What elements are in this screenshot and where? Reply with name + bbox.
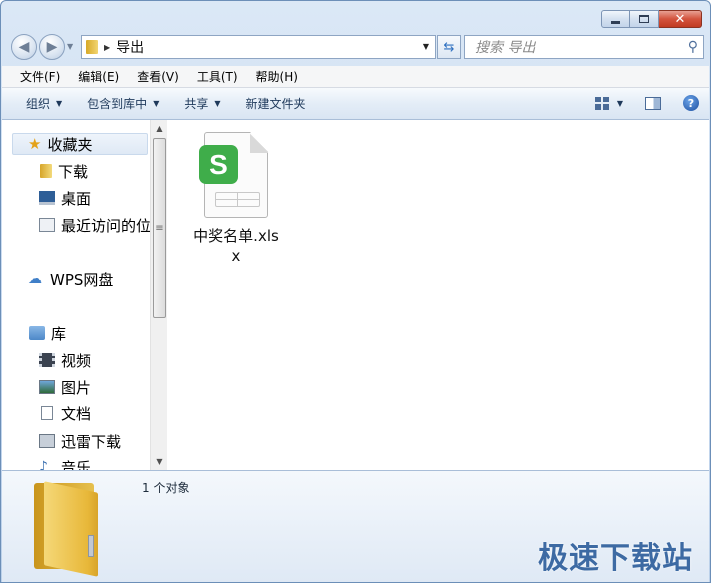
star-icon: ★: [28, 135, 42, 153]
table-grid-icon: [215, 192, 260, 207]
page-fold: [250, 132, 268, 153]
minimize-button[interactable]: [601, 10, 630, 28]
scroll-down-icon[interactable]: ▼: [151, 453, 168, 470]
back-arrow-icon: ◀: [18, 39, 30, 55]
close-button[interactable]: ✕: [659, 10, 702, 28]
sidebar-item-libraries[interactable]: 库: [29, 322, 66, 344]
close-icon: ✕: [674, 11, 686, 27]
search-input[interactable]: 搜索 导出: [465, 37, 535, 57]
chevron-down-icon: ▼: [153, 99, 160, 108]
navigation-pane: ★ 收藏夹 下载 桌面 最近访问的位 ☁ WPS网盘 库 视频 图片 文档 迅雷…: [2, 120, 150, 470]
menu-tools[interactable]: 工具(T): [187, 68, 246, 85]
grip-icon: ≡: [155, 222, 164, 234]
sidebar-item-label: 库: [51, 324, 67, 343]
document-icon: [41, 406, 53, 420]
cloud-icon: ☁: [28, 271, 42, 287]
menu-view[interactable]: 查看(V): [127, 68, 187, 85]
sidebar-item-label: 迅雷下载: [61, 432, 122, 451]
change-view-icon[interactable]: [594, 96, 609, 110]
scroll-up-icon[interactable]: ▲: [151, 120, 168, 137]
chevron-down-icon: ▼: [214, 99, 221, 108]
scroll-thumb[interactable]: ≡: [153, 138, 166, 318]
share-button[interactable]: 共享 ▼: [174, 95, 235, 112]
maximize-button[interactable]: [630, 10, 659, 28]
organize-button[interactable]: 组织 ▼: [16, 95, 77, 112]
sidebar-item-label: 桌面: [61, 189, 92, 208]
breadcrumb-arrow-icon[interactable]: ▶: [104, 43, 110, 52]
search-box[interactable]: 搜索 导出 ⚲: [464, 35, 704, 59]
folder-icon: [86, 40, 98, 54]
organize-label: 组织: [26, 97, 51, 111]
address-bar[interactable]: ▶ 导出 ▼: [81, 35, 436, 59]
back-button[interactable]: ◀: [11, 34, 37, 60]
sidebar-item-label: 最近访问的位: [61, 216, 150, 235]
address-text[interactable]: 导出: [116, 37, 144, 57]
menu-help[interactable]: 帮助(H): [246, 68, 306, 85]
sidebar-item-downloads[interactable]: 下载: [40, 160, 88, 182]
caption-buttons: ✕: [601, 10, 702, 28]
maximize-icon: [639, 15, 649, 23]
sidebar-item-pictures[interactable]: 图片: [39, 376, 91, 398]
file-name[interactable]: 中奖名单.xlsx: [190, 226, 282, 266]
forward-button[interactable]: ▶: [39, 34, 65, 60]
item-count: 1 个对象: [142, 481, 190, 495]
address-dropdown-icon[interactable]: ▼: [423, 42, 429, 51]
sidebar-item-label: 图片: [61, 378, 92, 397]
menu-bar: 文件(F) 编辑(E) 查看(V) 工具(T) 帮助(H): [2, 66, 709, 88]
watermark: 极速下载站: [538, 541, 693, 576]
navigation-row: ◀ ▶ ▼ ▶ 导出 ▼ ⇆ 搜索 导出 ⚲: [9, 33, 704, 61]
view-controls: ▼ ?: [594, 95, 699, 111]
menu-edit[interactable]: 编辑(E): [68, 68, 127, 85]
file-list[interactable]: S 中奖名单.xlsx: [168, 120, 709, 470]
sidebar-item-music[interactable]: ♪ 音乐: [39, 456, 92, 471]
library-icon: [29, 326, 45, 340]
sidebar-item-desktop[interactable]: 桌面: [39, 187, 91, 209]
details-pane: 1 个对象 极速下载站: [2, 470, 709, 582]
recent-places-icon: [39, 218, 55, 232]
sidebar-item-label: 下载: [58, 162, 89, 181]
preview-pane-icon[interactable]: [645, 96, 661, 110]
folder-icon: [40, 164, 52, 178]
sidebar-item-wps-cloud[interactable]: ☁ WPS网盘: [28, 268, 113, 290]
download-folder-icon: [39, 434, 55, 448]
folder-icon: [34, 477, 126, 577]
sidebar-item-label: 文档: [61, 404, 92, 423]
sidebar-item-xunlei[interactable]: 迅雷下载: [39, 430, 121, 452]
menu-file[interactable]: 文件(F): [10, 68, 68, 85]
share-label: 共享: [184, 97, 209, 111]
sidebar-item-label: 音乐: [61, 458, 92, 471]
sidebar-item-label: 收藏夹: [47, 135, 93, 154]
forward-arrow-icon: ▶: [46, 39, 58, 55]
sidebar-item-videos[interactable]: 视频: [39, 349, 91, 371]
chevron-down-icon: ▼: [56, 99, 63, 108]
video-icon: [39, 353, 55, 367]
minimize-icon: [611, 20, 620, 24]
command-bar: 组织 ▼ 包含到库中 ▼ 共享 ▼ 新建文件夹 ▼ ?: [2, 88, 709, 120]
sidebar-item-favorites[interactable]: ★ 收藏夹: [12, 133, 148, 155]
help-icon[interactable]: ?: [683, 95, 699, 111]
new-folder-label: 新建文件夹: [245, 97, 306, 111]
desktop-icon: [39, 191, 55, 205]
sidebar-item-documents[interactable]: 文档: [39, 402, 91, 424]
refresh-icon: ⇆: [443, 39, 455, 55]
explorer-window: ✕ ◀ ▶ ▼ ▶ 导出 ▼ ⇆ 搜索 导出 ⚲ 文件(F) 编辑(E) 查看(…: [0, 0, 711, 583]
sidebar-item-recent[interactable]: 最近访问的位: [39, 214, 150, 236]
spreadsheet-file-icon: S: [199, 132, 268, 218]
include-in-library-button[interactable]: 包含到库中 ▼: [77, 95, 174, 112]
content-area: ★ 收藏夹 下载 桌面 最近访问的位 ☁ WPS网盘 库 视频 图片 文档 迅雷…: [2, 120, 709, 470]
recent-pages-dropdown[interactable]: ▼: [67, 42, 73, 51]
music-icon: ♪: [39, 459, 48, 470]
sidebar-item-label: 视频: [61, 351, 92, 370]
picture-icon: [39, 380, 55, 394]
navigation-scrollbar[interactable]: ▲ ≡ ▼: [150, 120, 167, 470]
view-options-dropdown-icon[interactable]: ▼: [617, 99, 623, 108]
include-in-library-label: 包含到库中: [87, 97, 148, 111]
file-item[interactable]: S 中奖名单.xlsx: [190, 132, 282, 266]
sidebar-item-label: WPS网盘: [50, 270, 114, 289]
wps-badge-icon: S: [199, 145, 238, 184]
search-icon[interactable]: ⚲: [688, 39, 698, 55]
new-folder-button[interactable]: 新建文件夹: [236, 95, 321, 112]
refresh-button[interactable]: ⇆: [437, 35, 461, 59]
